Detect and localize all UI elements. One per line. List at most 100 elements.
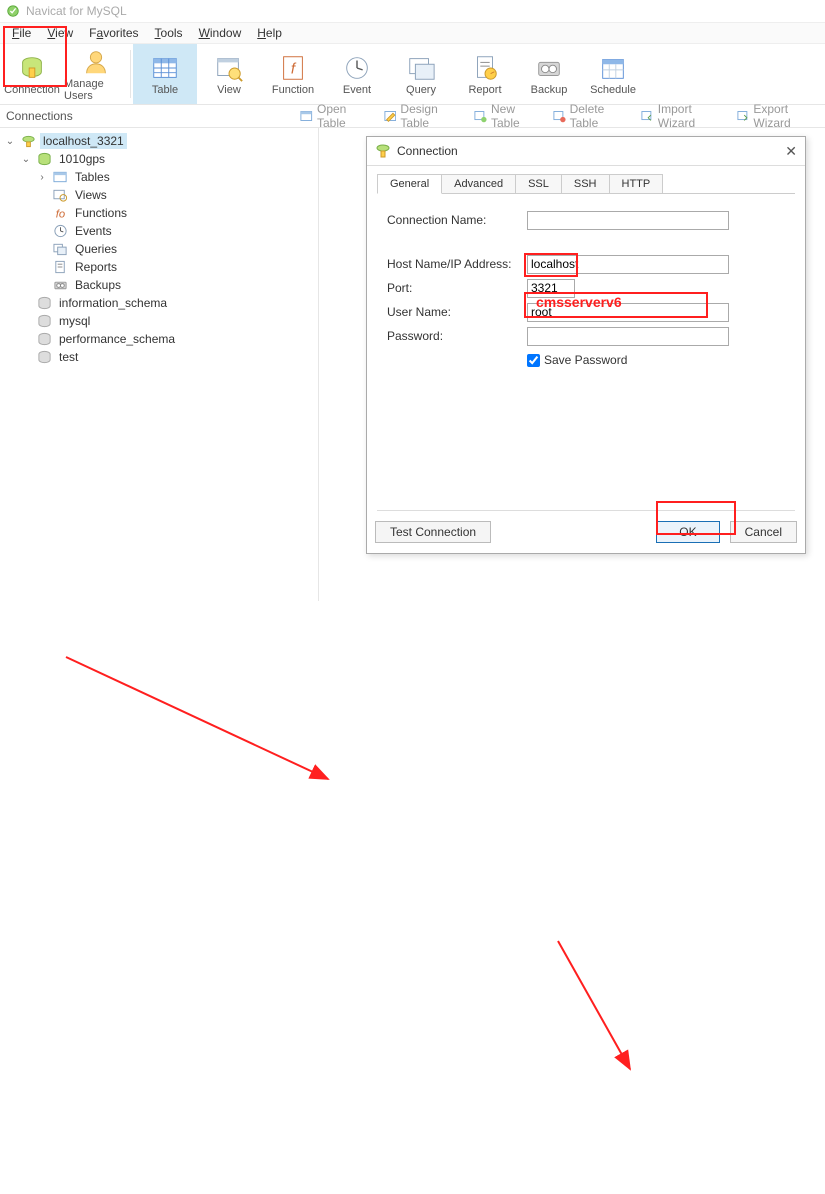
backup-icon xyxy=(533,52,565,84)
svg-text:fo: fo xyxy=(55,209,64,220)
database-icon xyxy=(36,350,52,364)
connections-tree: ⌄ localhost_3321 ⌄ 1010gps ›Tables Views… xyxy=(0,128,319,601)
user-label: User Name: xyxy=(387,305,527,319)
toolbar-separator xyxy=(130,50,131,98)
dialog-tabs: General Advanced SSL SSH HTTP xyxy=(367,166,805,194)
backup-button[interactable]: Backup xyxy=(517,44,581,104)
view-button[interactable]: View xyxy=(197,44,261,104)
conn-name-label: Connection Name: xyxy=(387,213,527,227)
export-icon xyxy=(737,109,750,123)
save-password-input[interactable] xyxy=(527,354,540,367)
tree-db-info-schema[interactable]: information_schema xyxy=(0,294,318,312)
functions-icon: fo xyxy=(52,206,68,220)
new-table-icon xyxy=(474,109,487,123)
event-button[interactable]: Event xyxy=(325,44,389,104)
tree-label: mysql xyxy=(56,313,93,329)
tab-general[interactable]: General xyxy=(377,174,442,194)
table-button[interactable]: Table xyxy=(133,44,197,104)
table-icon xyxy=(149,52,181,84)
toolbar-label: Query xyxy=(406,84,436,96)
schedule-icon xyxy=(597,52,629,84)
conn-name-input[interactable] xyxy=(527,211,729,230)
manage-users-button[interactable]: Manage Users xyxy=(64,44,128,104)
main-toolbar: Connection Manage Users Table View f Fun… xyxy=(0,44,825,105)
expand-icon[interactable]: ⌄ xyxy=(20,154,32,165)
host-label: Host Name/IP Address: xyxy=(387,257,527,271)
tree-reports[interactable]: Reports xyxy=(0,258,318,276)
table-actions: Open Table Design Table New Table Delete… xyxy=(296,102,825,130)
tree-queries[interactable]: Queries xyxy=(0,240,318,258)
tree-connection[interactable]: ⌄ localhost_3321 xyxy=(0,132,318,150)
report-button[interactable]: Report xyxy=(453,44,517,104)
menu-tools[interactable]: Tools xyxy=(147,26,191,40)
query-button[interactable]: Query xyxy=(389,44,453,104)
expand-icon[interactable]: › xyxy=(36,172,48,183)
host-input[interactable] xyxy=(527,255,729,274)
delete-table-action[interactable]: Delete Table xyxy=(549,102,633,130)
annotation-arrow-1 xyxy=(0,601,825,1194)
dialog-footer: Test Connection OK Cancel xyxy=(375,521,797,543)
toolbar-label: Table xyxy=(152,84,178,96)
connections-panel-title: Connections xyxy=(0,109,296,123)
design-table-action[interactable]: Design Table xyxy=(380,102,467,130)
tree-label: test xyxy=(56,349,81,365)
menu-favorites[interactable]: Favorites xyxy=(81,26,146,40)
report-icon xyxy=(469,52,501,84)
event-icon xyxy=(341,52,373,84)
tree-label: Queries xyxy=(72,241,120,257)
menu-file[interactable]: File xyxy=(4,26,39,40)
new-table-action[interactable]: New Table xyxy=(470,102,545,130)
tree-db-perf-schema[interactable]: performance_schema xyxy=(0,330,318,348)
password-input[interactable] xyxy=(527,327,729,346)
password-label: Password: xyxy=(387,329,527,343)
tree-events[interactable]: Events xyxy=(0,222,318,240)
reports-icon xyxy=(52,260,68,274)
connection-button[interactable]: Connection xyxy=(0,44,64,104)
tree-backups[interactable]: Backups xyxy=(0,276,318,294)
toolbar-label: Report xyxy=(468,84,501,96)
open-table-action[interactable]: Open Table xyxy=(296,102,375,130)
tree-database[interactable]: ⌄ 1010gps xyxy=(0,150,318,168)
sub-toolbar: Connections Open Table Design Table New … xyxy=(0,105,825,128)
dialog-form: Connection Name: Host Name/IP Address: P… xyxy=(367,195,805,381)
tree-label: Events xyxy=(72,223,115,239)
tree-tables[interactable]: ›Tables xyxy=(0,168,318,186)
tree-label: 1010gps xyxy=(56,151,108,167)
tree-db-mysql[interactable]: mysql xyxy=(0,312,318,330)
dialog-icon xyxy=(375,143,391,159)
tree-views[interactable]: Views xyxy=(0,186,318,204)
tab-http[interactable]: HTTP xyxy=(609,174,664,194)
tab-ssl[interactable]: SSL xyxy=(515,174,562,194)
connection-icon xyxy=(16,52,48,84)
close-button[interactable]: ✕ xyxy=(785,143,797,160)
import-wizard-action[interactable]: Import Wizard xyxy=(637,102,729,130)
schedule-button[interactable]: Schedule xyxy=(581,44,645,104)
user-icon xyxy=(80,46,112,78)
cancel-button[interactable]: Cancel xyxy=(730,521,797,543)
test-connection-button[interactable]: Test Connection xyxy=(375,521,491,543)
tree-db-test[interactable]: test xyxy=(0,348,318,366)
backups-icon xyxy=(52,278,68,292)
database-icon xyxy=(36,314,52,328)
menu-view[interactable]: View xyxy=(39,26,81,40)
tree-functions[interactable]: foFunctions xyxy=(0,204,318,222)
function-button[interactable]: f Function xyxy=(261,44,325,104)
ok-button[interactable]: OK xyxy=(656,521,719,543)
tab-ssh[interactable]: SSH xyxy=(561,174,610,194)
design-table-icon xyxy=(384,109,397,123)
tree-label: localhost_3321 xyxy=(40,133,127,149)
menu-window[interactable]: Window xyxy=(191,26,250,40)
connection-node-icon xyxy=(20,134,36,148)
save-password-checkbox[interactable]: Save Password xyxy=(527,353,785,367)
toolbar-label: Schedule xyxy=(590,84,636,96)
menu-help[interactable]: Help xyxy=(249,26,290,40)
tree-label: information_schema xyxy=(56,295,170,311)
function-icon: f xyxy=(277,52,309,84)
tree-label: Views xyxy=(72,187,110,203)
dialog-titlebar: Connection ✕ xyxy=(367,137,805,166)
export-wizard-action[interactable]: Export Wizard xyxy=(733,102,825,130)
query-icon xyxy=(405,52,437,84)
tab-advanced[interactable]: Advanced xyxy=(441,174,516,194)
tables-icon xyxy=(52,170,68,184)
expand-icon[interactable]: ⌄ xyxy=(4,136,16,147)
